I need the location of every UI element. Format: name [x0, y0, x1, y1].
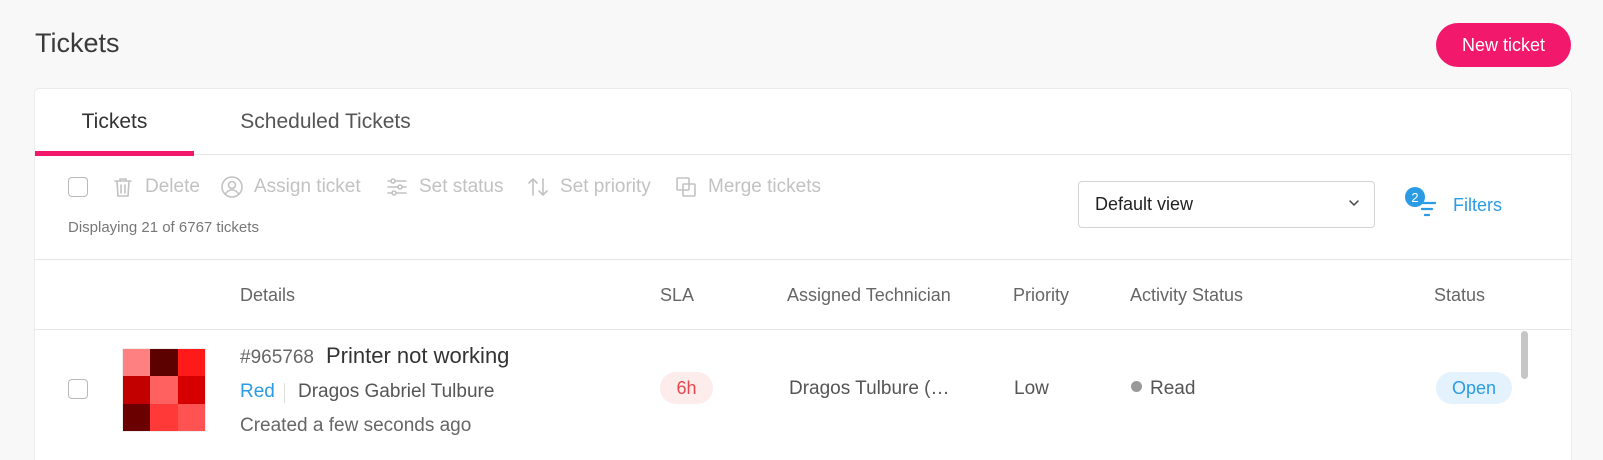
sort-arrows-icon [528, 178, 548, 196]
ticket-count-text: Displaying 21 of 6767 tickets [68, 219, 259, 236]
chevron-down-icon [1349, 200, 1359, 207]
column-header-details[interactable]: Details [240, 261, 295, 330]
ticket-requester: Dragos Gabriel Tulbure [298, 381, 495, 402]
filters-count-badge: 2 [1405, 187, 1425, 207]
ticket-team-link[interactable]: Red [240, 381, 275, 403]
assigned-technician: Dragos Tulbure (… [789, 378, 950, 399]
activity-status: Read [1131, 378, 1195, 400]
avatar-tile [150, 403, 178, 431]
filters-label: Filters [1453, 194, 1502, 215]
tab-tickets[interactable]: Tickets [35, 89, 194, 156]
avatar-tile [123, 349, 151, 377]
status-badge[interactable]: Open [1436, 372, 1512, 404]
set-priority-button[interactable]: Set priority [526, 171, 651, 203]
merge-tickets-button[interactable]: Merge tickets [674, 171, 821, 203]
delete-label: Delete [145, 176, 200, 197]
table-row[interactable]: #965768 Printer not working Red Dragos G… [35, 331, 1571, 460]
user-circle-icon [221, 176, 243, 198]
merge-tickets-label: Merge tickets [708, 176, 821, 197]
new-ticket-button[interactable]: New ticket [1436, 23, 1571, 67]
priority-value: Low [1014, 378, 1049, 399]
view-select-value: Default view [1095, 194, 1194, 214]
tab-bar: Tickets Scheduled Tickets [35, 89, 1571, 156]
avatar-tile [177, 376, 205, 404]
assign-ticket-button[interactable]: Assign ticket [220, 171, 361, 203]
set-status-button[interactable]: Set status [385, 171, 504, 203]
tickets-card: Tickets Scheduled Tickets Delete Assign … [35, 89, 1571, 460]
scrollbar[interactable] [1521, 331, 1528, 379]
sla-badge: 6h [660, 372, 713, 404]
divider [284, 383, 285, 403]
trash-icon [114, 178, 132, 197]
merge-icon [676, 177, 696, 197]
tab-scheduled-tickets[interactable]: Scheduled Tickets [223, 89, 428, 155]
column-header-activity-status[interactable]: Activity Status [1130, 261, 1243, 330]
column-header-sla[interactable]: SLA [660, 261, 694, 330]
filter-icon: 2 [1405, 187, 1441, 223]
team-avatar [122, 348, 206, 432]
assign-ticket-label: Assign ticket [254, 176, 361, 197]
avatar-tile [123, 376, 151, 404]
bulk-actions-toolbar: Delete Assign ticket Set status Set prio… [35, 156, 1571, 260]
status-dot-icon [1131, 381, 1142, 393]
set-status-label: Set status [419, 176, 504, 197]
filters-button[interactable]: 2 Filters [1405, 183, 1502, 227]
delete-button[interactable]: Delete [111, 171, 200, 203]
set-priority-label: Set priority [560, 176, 651, 197]
avatar-tile [177, 349, 205, 377]
column-header-status[interactable]: Status [1434, 261, 1485, 330]
column-header-assigned-technician[interactable]: Assigned Technician [787, 261, 951, 330]
row-checkbox[interactable] [68, 379, 88, 399]
activity-status-label: Read [1150, 378, 1196, 399]
sliders-icon [387, 178, 407, 196]
select-all-checkbox[interactable] [68, 177, 88, 197]
view-select[interactable]: Default view [1078, 181, 1375, 228]
ticket-number: #965768 [240, 347, 314, 368]
ticket-title[interactable]: Printer not working [326, 343, 509, 369]
page-title: Tickets [35, 28, 120, 58]
avatar-tile [150, 349, 178, 377]
table-header: Details SLA Assigned Technician Priority… [35, 261, 1571, 330]
ticket-created-time: Created a few seconds ago [240, 415, 472, 436]
avatar-tile [150, 376, 178, 404]
column-header-priority[interactable]: Priority [1013, 261, 1069, 330]
avatar-tile [123, 403, 151, 431]
avatar-tile [177, 403, 205, 431]
